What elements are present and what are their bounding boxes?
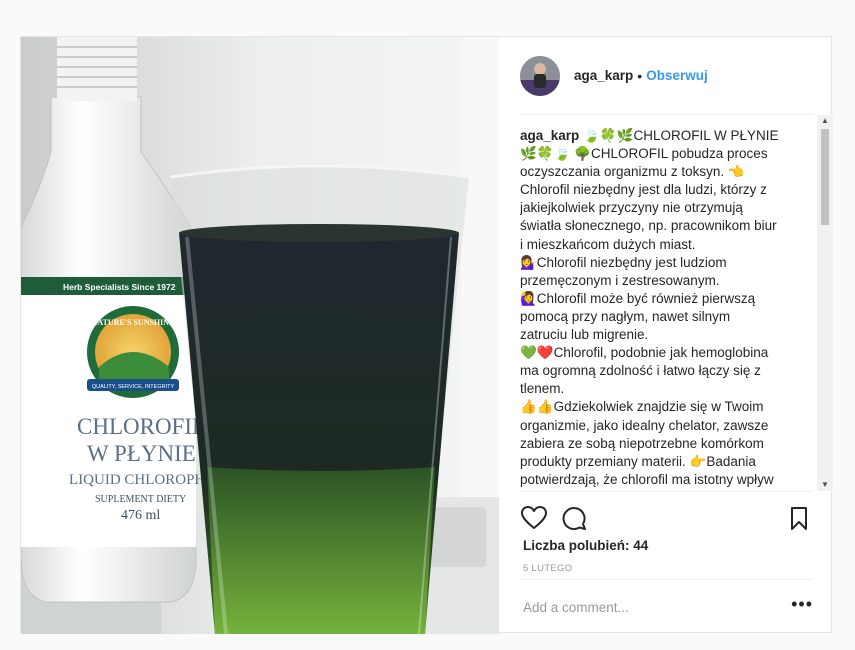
scroll-up-arrow-icon[interactable]: ▲ — [817, 115, 833, 127]
comment-icon-glyph — [562, 507, 586, 531]
bottle-banner-text: Herb Specialists Since 1972 — [63, 282, 176, 292]
bottle-title-line2: W PŁYNIE — [87, 441, 196, 466]
bookmark-icon-glyph — [791, 507, 807, 530]
bookmark-icon[interactable] — [785, 504, 813, 532]
comment-icon[interactable] — [560, 504, 588, 532]
post-side-panel: aga_karp • Obserwuj aga_karp 🍃🍀🌿CHLOROFI… — [500, 37, 833, 634]
instagram-post: Herb Specialists Since 1972 NATURE'S SUN… — [20, 36, 833, 634]
bottle-volume: 476 ml — [121, 508, 160, 523]
avatar-image — [520, 55, 560, 96]
comment-input[interactable] — [520, 599, 792, 615]
post-date[interactable]: 5 LUTEGO — [523, 563, 572, 574]
caption-line: przemęczonym i zestresowanym. — [520, 272, 720, 288]
caption: aga_karp 🍃🍀🌿CHLOROFIL W PŁYNIE 🌿🍀🍃 🌳CHLO… — [520, 115, 820, 489]
caption-username[interactable]: aga_karp — [520, 128, 579, 143]
caption-line: światła słonecznego, np. pracownikom biu… — [520, 218, 777, 234]
caption-line: tlenem. — [520, 381, 565, 397]
bottle-title-line1: CHLOROFIL — [77, 414, 206, 439]
bottle-brand-text: NATURE'S SUNSHINE — [92, 318, 175, 327]
comment-form: ••• — [520, 579, 813, 634]
post-header: aga_karp • Obserwuj — [520, 37, 813, 115]
header-separator: • — [637, 67, 643, 84]
caption-line: jakiejkolwiek przyczyny nie otrzymują — [520, 200, 743, 216]
follow-button[interactable]: Obserwuj — [646, 68, 708, 83]
caption-line: 🌿🍀🍃 🌳CHLOROFIL pobudza proces — [520, 146, 768, 162]
action-icons — [520, 504, 813, 534]
caption-line: zatruciu lub migrenie. — [520, 327, 649, 343]
post-photo[interactable]: Herb Specialists Since 1972 NATURE'S SUN… — [21, 37, 499, 634]
scrollbar-thumb[interactable] — [821, 129, 829, 225]
caption-scroll-area[interactable]: aga_karp 🍃🍀🌿CHLOROFIL W PŁYNIE 🌿🍀🍃 🌳CHLO… — [520, 115, 820, 491]
avatar[interactable] — [520, 55, 560, 96]
caption-line: Chlorofil niezbędny jest dla ludzi, któr… — [520, 182, 767, 198]
bottle-tagline-text: QUALITY, SERVICE, INTEGRITY — [92, 384, 175, 390]
caption-line: organizmie, jako idealny chelator, zawsz… — [520, 417, 769, 433]
caption-line: 🙋‍♀️Chlorofil może być również pierwszą — [520, 290, 756, 306]
scroll-down-arrow-icon[interactable]: ▼ — [817, 479, 833, 491]
caption-line: ma ogromną zdolność i łatwo łączy się z — [520, 363, 761, 379]
likes-count[interactable]: Liczba polubień: 44 — [523, 538, 648, 553]
caption-line: potwierdzają, że chlorofil ma istotny wp… — [520, 471, 774, 487]
caption-line: 💚❤️Chlorofil, podobnie jak hemoglobina — [520, 345, 769, 361]
caption-line: 💁‍♀️Chlorofil niezbędny jest ludziom — [520, 254, 727, 270]
caption-line-text: 🍃🍀🌿CHLOROFIL W PŁYNIE — [583, 128, 779, 143]
chlorophyll-photo-illustration: Herb Specialists Since 1972 NATURE'S SUN… — [21, 37, 499, 634]
bottle-supplement: SUPLEMENT DIETY — [95, 494, 186, 505]
more-options-icon[interactable]: ••• — [791, 594, 813, 621]
heart-icon-glyph — [521, 506, 547, 529]
caption-line: produkty przemiany materii. 👉Badania — [520, 453, 756, 469]
heart-icon[interactable] — [520, 504, 548, 532]
caption-line: pomocą przy nagłym, nawet silnym — [520, 308, 731, 324]
header-username[interactable]: aga_karp — [574, 68, 633, 83]
caption-line: zabiera ze sobą niepotrzebne komórkom — [520, 435, 764, 451]
caption-line: 👍👍Gdziekolwiek znajdzie się w Twoim — [520, 399, 764, 415]
caption-line: oczyszczania organizmu z toksyn. 👈 — [520, 164, 745, 180]
caption-line: i mieszkańcom dużych miast. — [520, 236, 696, 252]
caption-line: aga_karp 🍃🍀🌿CHLOROFIL W PŁYNIE — [520, 127, 814, 145]
caption-scrollbar[interactable]: ▲ ▼ — [817, 115, 833, 491]
